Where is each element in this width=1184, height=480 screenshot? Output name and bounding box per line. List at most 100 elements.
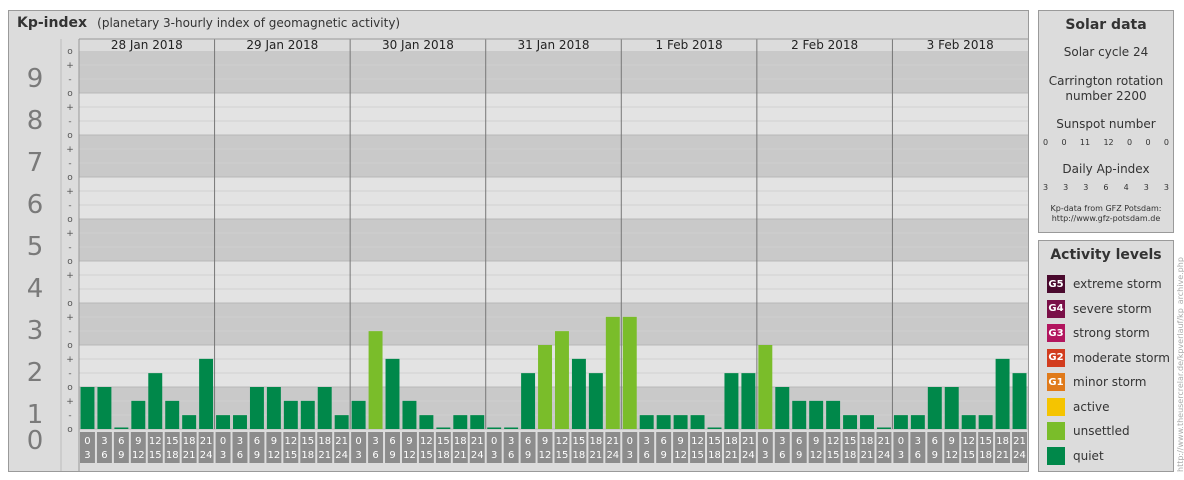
kp-bar (97, 387, 112, 429)
hour-range-end: 12 (945, 450, 958, 461)
hour-range-start: 18 (589, 436, 602, 447)
vertical-watermark: http://www.theusercrelar.de/kpverlauf/kp… (1176, 257, 1184, 472)
hour-range-end: 6 (101, 450, 107, 461)
kp-bar (910, 415, 925, 429)
kp-bar (843, 415, 858, 429)
hour-range-end: 18 (437, 450, 450, 461)
kp-bar (538, 345, 552, 429)
y-minor-tick-label: + (66, 187, 74, 197)
ap-index-value: 3 (1143, 183, 1149, 192)
legend-label: quiet (1073, 448, 1104, 463)
kp-bar (334, 415, 349, 429)
hour-range-start: 3 (508, 436, 514, 447)
hour-range-end: 24 (606, 450, 619, 461)
y-minor-tick-label: - (68, 159, 71, 169)
kp-bar (758, 345, 773, 429)
sunspot-values: 0 0 11 12 0 0 0 (1043, 138, 1169, 147)
hour-range-end: 3 (898, 450, 904, 461)
carrington-rotation-line1: Carrington rotation (1048, 74, 1164, 88)
y-minor-tick-label: - (68, 243, 71, 253)
hour-range-start: 9 (406, 436, 412, 447)
kp-bar (385, 358, 400, 429)
hour-range-start: 3 (101, 436, 107, 447)
kp-bar (317, 387, 332, 429)
kp-bar (165, 400, 180, 429)
hour-range-start: 15 (708, 436, 721, 447)
y-minor-tick-label: - (68, 75, 71, 85)
kp-bar (792, 400, 807, 429)
hour-range-start: 6 (932, 436, 938, 447)
hour-range-end: 15 (962, 450, 975, 461)
kp-bar (724, 373, 739, 429)
y-minor-tick-label: o (67, 131, 73, 141)
legend-swatch: G4 (1047, 299, 1065, 318)
kp-bar (266, 387, 281, 429)
hour-range-start: 18 (318, 436, 331, 447)
hour-range-end: 3 (762, 450, 768, 461)
hour-range-end: 18 (844, 450, 857, 461)
hour-range-start: 0 (898, 436, 904, 447)
sunspot-value: 11 (1079, 138, 1091, 147)
ap-index-values: 3 3 3 6 4 3 3 (1043, 183, 1169, 192)
kp-bar (893, 415, 908, 429)
kp-bar (216, 415, 231, 429)
activity-levels-panel: Activity levels G5 extreme storm G4 severe … (1038, 240, 1174, 472)
hour-range-start: 18 (725, 436, 738, 447)
day-label: 28 Jan 2018 (111, 38, 183, 52)
legend-item: G3 strong storm (1047, 323, 1150, 343)
kp-bar (182, 415, 197, 429)
kp-bar (521, 373, 536, 429)
y-minor-tick-label: o (67, 383, 73, 393)
hour-range-start: 0 (355, 436, 361, 447)
y-minor-tick-label: - (68, 285, 71, 295)
legend-item: G1 minor storm (1047, 372, 1146, 392)
hour-range-end: 9 (254, 450, 260, 461)
hour-range-end: 12 (132, 450, 145, 461)
hour-range-start: 9 (135, 436, 141, 447)
hour-range-start: 6 (660, 436, 666, 447)
hour-range-end: 24 (335, 450, 348, 461)
hour-range-end: 24 (200, 450, 213, 461)
hour-range-end: 15 (691, 450, 704, 461)
kp-bar (995, 358, 1010, 429)
gfz-link[interactable]: http://www.gfz-potsdam.de (1039, 214, 1173, 224)
kp-bar (80, 387, 95, 429)
y-tick-label: 3 (27, 316, 44, 346)
kp-bar (233, 415, 247, 429)
hour-range-start: 21 (878, 436, 891, 447)
hour-range-start: 12 (556, 436, 569, 447)
kp-bar (826, 400, 841, 429)
y-minor-tick-label: o (67, 47, 73, 57)
kp-bar (622, 316, 637, 429)
solar-cycle: Solar cycle 24 (1063, 45, 1149, 59)
hour-range-end: 6 (644, 450, 650, 461)
kp-bar (639, 415, 654, 429)
hour-range-end: 9 (660, 450, 666, 461)
ap-index-value: 3 (1163, 183, 1169, 192)
y-minor-tick-label: + (66, 271, 74, 281)
y-minor-tick-label: o (67, 215, 73, 225)
sunspot-value: 0 (1061, 138, 1067, 147)
kp-bar (809, 400, 824, 429)
day-label: 1 Feb 2018 (656, 38, 723, 52)
kp-bar (673, 415, 688, 429)
solar-data-title: Solar data (1065, 17, 1147, 33)
hour-range-end: 3 (84, 450, 90, 461)
y-minor-tick-label: o (67, 341, 73, 351)
sunspot-value: 0 (1043, 138, 1049, 147)
legend-item: unsettled (1047, 421, 1130, 441)
kp-bar (283, 400, 298, 429)
hour-range-end: 12 (539, 450, 552, 461)
legend-label: unsettled (1073, 424, 1130, 438)
hour-range-end: 18 (301, 450, 314, 461)
kp-bar (876, 427, 891, 429)
hour-range-start: 15 (301, 436, 314, 447)
hour-range-start: 21 (335, 436, 348, 447)
kp-band (79, 93, 1028, 135)
hour-range-end: 21 (454, 450, 467, 461)
kp-band (79, 135, 1028, 177)
hour-range-start: 9 (813, 436, 819, 447)
hour-range-start: 12 (962, 436, 975, 447)
kp-bar (300, 400, 315, 429)
kp-bar (351, 400, 366, 429)
